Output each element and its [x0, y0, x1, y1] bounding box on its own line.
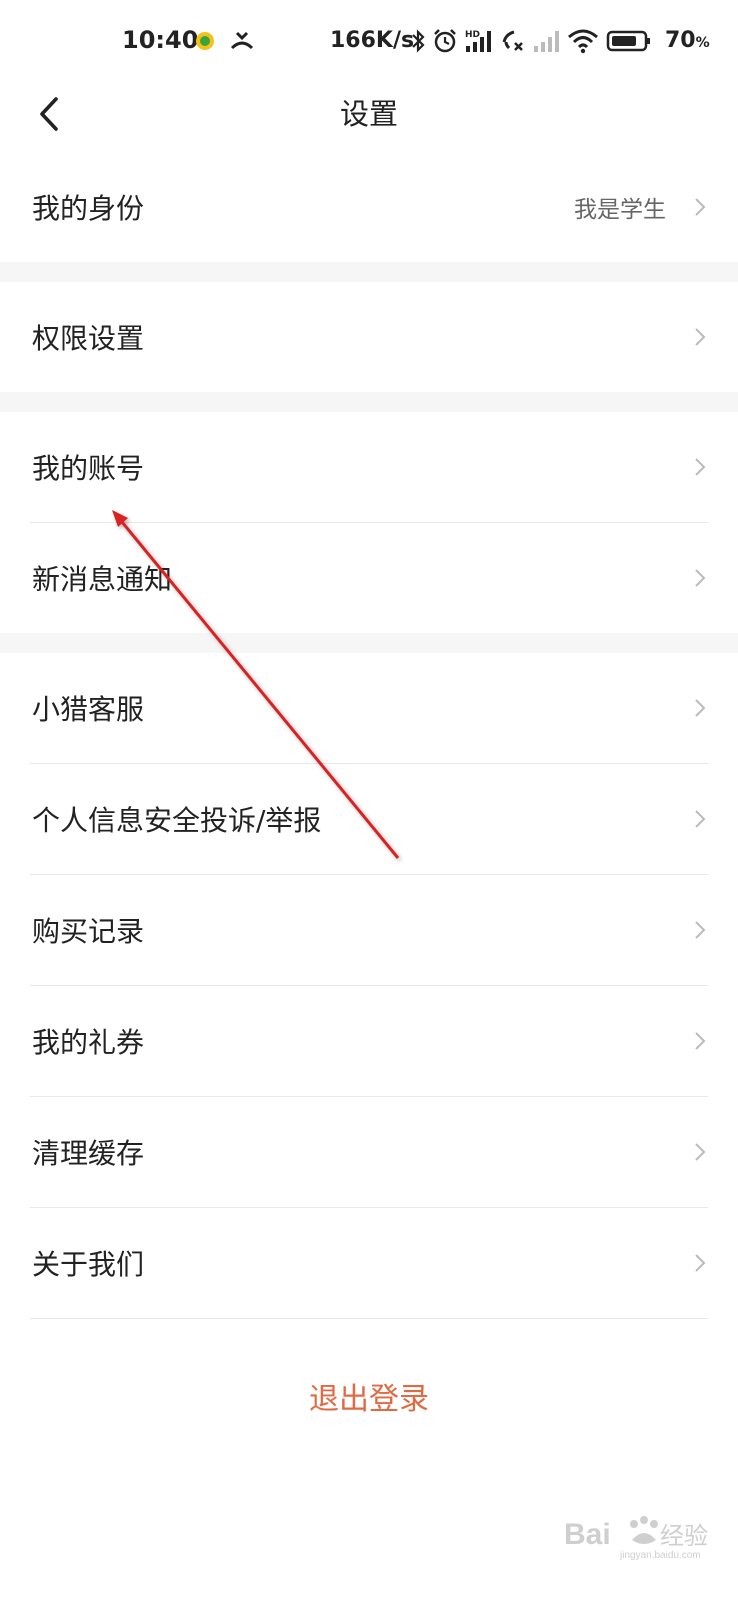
chevron-right-icon [695, 921, 706, 939]
chevron-right-icon [695, 1032, 706, 1050]
baidu-watermark-logo: Bai 经验 jingyan.baidu.com [564, 1516, 708, 1560]
svg-text:jingyan.baidu.com: jingyan.baidu.com [619, 1550, 701, 1560]
row-label: 我的礼券 [32, 1026, 145, 1059]
row-permissions[interactable]: 权限设置 [0, 282, 738, 392]
status-time: 10:40 [122, 26, 199, 54]
app-notification-icon [195, 31, 215, 57]
page-title: 设置 [339, 97, 398, 131]
net-speed: 166K/s [330, 28, 415, 53]
chevron-right-icon [695, 1254, 706, 1272]
row-value: 我是学生 [574, 197, 666, 223]
svg-text:HD: HD [465, 30, 480, 40]
svg-text:Bai: Bai [564, 1518, 611, 1551]
row-customer-service[interactable]: 小猎客服 [0, 653, 738, 763]
chevron-right-icon [695, 1143, 706, 1161]
hd-signal-icon: HD [464, 28, 494, 60]
row-label: 权限设置 [32, 322, 145, 355]
status-bar: 10:40 166K/s HD 70% [0, 0, 738, 84]
row-label: 小猎客服 [32, 693, 145, 726]
wifi-icon [566, 28, 600, 60]
battery-percent: 70 [665, 28, 696, 53]
svg-text:经验: 经验 [660, 1522, 708, 1550]
signal-weak-icon [532, 28, 560, 60]
logout-button[interactable]: 退出登录 [0, 1370, 738, 1430]
back-button[interactable] [24, 84, 74, 144]
battery-icon [606, 28, 652, 60]
row-clear-cache[interactable]: 清理缓存 [0, 1097, 738, 1207]
chevron-left-icon [40, 97, 58, 131]
missed-call-icon [229, 30, 255, 58]
chevron-right-icon [695, 569, 706, 587]
row-my-account[interactable]: 我的账号 [0, 412, 738, 522]
row-divider [30, 1318, 708, 1319]
chevron-right-icon [695, 810, 706, 828]
row-purchase-records[interactable]: 购买记录 [0, 875, 738, 985]
row-label: 购买记录 [32, 915, 145, 948]
bluetooth-icon [410, 28, 426, 60]
row-label: 清理缓存 [32, 1137, 145, 1170]
chevron-right-icon [695, 458, 706, 476]
section-gap [0, 262, 738, 282]
chevron-right-icon [695, 198, 706, 216]
chevron-right-icon [695, 699, 706, 717]
wifi-calling-off-icon [500, 28, 526, 60]
row-about-us[interactable]: 关于我们 [0, 1208, 738, 1318]
chevron-right-icon [695, 328, 706, 346]
row-label: 个人信息安全投诉/举报 [32, 804, 322, 837]
row-new-message-notification[interactable]: 新消息通知 [0, 523, 738, 633]
row-my-identity[interactable]: 我的身份 我是学生 [0, 152, 738, 262]
row-my-coupons[interactable]: 我的礼券 [0, 986, 738, 1096]
section-gap [0, 633, 738, 653]
row-privacy-complaint[interactable]: 个人信息安全投诉/举报 [0, 764, 738, 874]
section-gap [0, 392, 738, 412]
row-label: 我的账号 [32, 452, 145, 485]
row-label: 新消息通知 [32, 563, 173, 596]
battery-unit: % [695, 35, 710, 51]
alarm-icon [432, 28, 458, 60]
row-label: 我的身份 [32, 192, 145, 225]
row-label: 关于我们 [32, 1248, 145, 1281]
